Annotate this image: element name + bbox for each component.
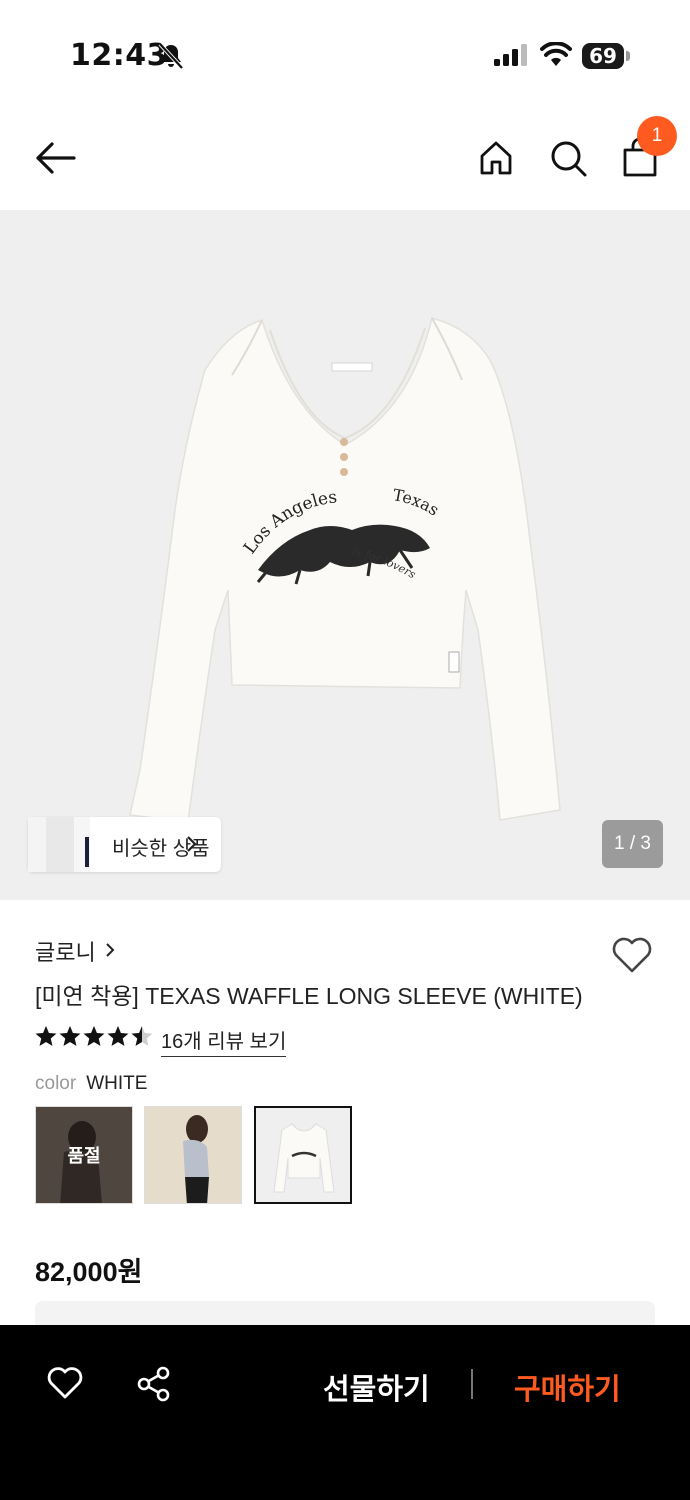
heart-icon[interactable] (46, 1365, 84, 1401)
color-label: color (35, 1073, 77, 1094)
buy-button[interactable]: 구매하기 (514, 1366, 621, 1408)
color-option-row: color WHITE (35, 1073, 147, 1095)
bottom-action-bar (0, 1325, 690, 1500)
image-page-indicator: 1 / 3 (602, 820, 663, 868)
heart-icon[interactable] (610, 935, 654, 975)
button-divider (471, 1369, 473, 1399)
svg-text:is for lovers: is for lovers (351, 544, 418, 581)
svg-text:Los Angeles: Los Angeles (240, 487, 338, 557)
star-filled (59, 1026, 81, 1046)
star-filled (35, 1026, 57, 1046)
back-arrow-icon[interactable] (34, 140, 76, 176)
app-header (0, 110, 690, 210)
color-swatch-soldout[interactable]: 품절 (35, 1106, 133, 1204)
status-bar: 12:43 69 (0, 0, 690, 110)
star-filled (107, 1026, 129, 1046)
star-filled (83, 1026, 105, 1046)
battery-level: 69 (582, 43, 624, 69)
swatch-photo (145, 1107, 241, 1203)
chevron-right-icon (187, 836, 197, 852)
wifi-icon (540, 42, 572, 66)
product-price: 82,000원 (35, 1257, 143, 1287)
color-swatch-grey[interactable] (144, 1106, 242, 1204)
cart-count-badge: 1 (637, 116, 677, 156)
svg-text:Texas: Texas (391, 485, 442, 519)
share-icon[interactable] (135, 1365, 173, 1403)
print-text: Los Angeles Texas is for lovers (240, 485, 443, 581)
battery-icon: 69 (582, 43, 630, 69)
product-image-carousel[interactable]: Los Angeles Texas is for lovers (0, 210, 690, 900)
gift-button[interactable]: 선물하기 (323, 1366, 430, 1408)
chevron-right-icon (106, 943, 115, 957)
brand-link[interactable]: 글로니 (35, 935, 96, 967)
similar-thumb-image (28, 817, 90, 872)
swatch-photo (256, 1108, 350, 1202)
soldout-label: 품절 (36, 1107, 132, 1203)
rating-stars (35, 1026, 153, 1046)
home-icon[interactable] (478, 140, 514, 176)
review-link[interactable]: 16개 리뷰 보기 (161, 1025, 287, 1057)
search-icon[interactable] (550, 140, 588, 178)
product-title: [미연 착용] TEXAS WAFFLE LONG SLEEVE (WHITE) (35, 983, 583, 1009)
color-value: WHITE (86, 1073, 148, 1094)
color-swatch-white[interactable] (254, 1106, 352, 1204)
bell-off-icon (158, 42, 184, 70)
signal-icon (494, 44, 527, 66)
status-time: 12:43 (70, 38, 168, 73)
